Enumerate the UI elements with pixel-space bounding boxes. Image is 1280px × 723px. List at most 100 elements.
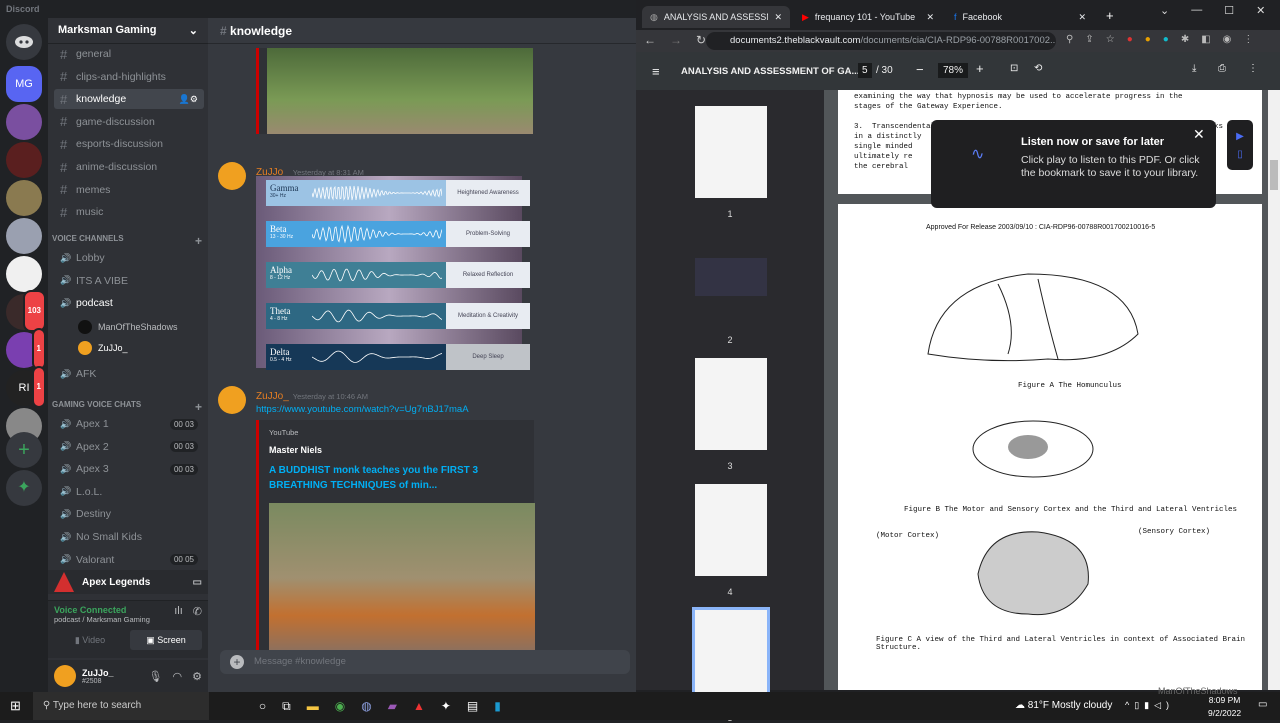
- avatar[interactable]: [54, 665, 76, 687]
- voice-channel[interactable]: 🔊 Destiny: [54, 504, 204, 524]
- profile-avatar[interactable]: ◉: [1223, 34, 1232, 45]
- taskbar-search[interactable]: ⚲ Type here to search: [32, 692, 209, 720]
- voice-member[interactable]: ManOfTheShadows: [78, 320, 178, 334]
- hamburger-menu-icon[interactable]: ≡: [652, 64, 660, 79]
- menu-icon[interactable]: ⋮: [1243, 34, 1253, 45]
- gear-icon[interactable]: ⚙: [192, 670, 202, 683]
- play-icon[interactable]: ▶: [1227, 128, 1253, 146]
- voice-channel[interactable]: 🔊 Apex 3 00 03: [54, 459, 204, 479]
- reload-button[interactable]: ↻: [696, 33, 706, 47]
- tab-1[interactable]: ▶ frequancy 101 - YouTube ✕: [794, 6, 942, 28]
- more-options-icon[interactable]: ⋮: [1248, 63, 1258, 74]
- server-icon[interactable]: 1: [6, 328, 46, 370]
- close-icon[interactable]: ✕: [1193, 126, 1205, 143]
- weather-widget[interactable]: ☁ 81°F Mostly cloudy: [1015, 700, 1112, 711]
- windows-start-icon[interactable]: ⊞: [10, 698, 21, 714]
- voice-channel[interactable]: 🔊 No Small Kids: [54, 527, 204, 547]
- add-server-button[interactable]: +: [6, 432, 42, 468]
- voice-status[interactable]: Voice Connected: [54, 605, 150, 615]
- server-icon[interactable]: [6, 218, 42, 254]
- app-icon[interactable]: ▮: [494, 699, 501, 714]
- add-channel-icon[interactable]: +: [195, 400, 202, 414]
- discord-icon[interactable]: ◍: [361, 699, 371, 714]
- tab-0[interactable]: ◍ ANALYSIS AND ASSESSMENT ✕: [642, 6, 790, 28]
- zoom-input[interactable]: 78%: [938, 63, 969, 78]
- cortana-icon[interactable]: ○: [259, 699, 266, 714]
- channel-clips-and-highlights[interactable]: # clips-and-highlights: [54, 67, 204, 87]
- voice-channel-podcast[interactable]: 🔊 podcast: [54, 293, 204, 313]
- fit-page-icon[interactable]: ⊡: [1010, 63, 1018, 74]
- screen-share-icon[interactable]: ▭: [193, 577, 202, 588]
- close-tab-icon[interactable]: ✕: [1078, 12, 1086, 23]
- youtube-link[interactable]: https://www.youtube.com/watch?v=Ug7nBJ17…: [256, 404, 628, 415]
- add-attachment-icon[interactable]: +: [230, 655, 244, 669]
- voice-channel[interactable]: 🔊 Apex 1 00 03: [54, 414, 204, 434]
- voice-channel[interactable]: 🔊 Apex 2 00 03: [54, 437, 204, 457]
- voice-channel-ITS A VIBE[interactable]: 🔊 ITS A VIBE: [54, 271, 204, 291]
- chrome-icon[interactable]: ◉: [335, 699, 345, 714]
- share-icon[interactable]: ⇪: [1085, 34, 1093, 45]
- page-thumbnail[interactable]: [695, 484, 767, 576]
- rotate-icon[interactable]: ⟲: [1034, 63, 1042, 74]
- server-icon[interactable]: [6, 256, 42, 292]
- channel-memes[interactable]: # memes: [54, 180, 204, 200]
- voice-channel-Lobby[interactable]: 🔊 Lobby: [54, 248, 204, 268]
- zoom-icon[interactable]: ⚲: [1066, 34, 1073, 45]
- scrollbar[interactable]: [1268, 90, 1280, 690]
- voice-channel[interactable]: 🔊 L.o.L.: [54, 482, 204, 502]
- page-number-input[interactable]: 5: [858, 63, 872, 78]
- category-gaming-voice-chats[interactable]: GAMING VOICE CHATS +: [52, 400, 202, 414]
- extension-icon[interactable]: ●: [1163, 34, 1169, 45]
- tray-icons[interactable]: ^▯▮◁): [1125, 700, 1174, 711]
- server-header[interactable]: Marksman Gaming ⌄: [48, 18, 208, 44]
- zoom-in-button[interactable]: +: [976, 61, 984, 76]
- notifications-icon[interactable]: ▭: [1258, 699, 1267, 710]
- server-icon[interactable]: [6, 180, 42, 216]
- server-icon[interactable]: 103: [6, 290, 46, 332]
- voice-member[interactable]: ZuJJo_: [78, 341, 128, 355]
- url-bar[interactable]: documents2.theblackvault.com/documents/c…: [706, 32, 1056, 50]
- channel-music[interactable]: # music: [54, 202, 204, 222]
- channel-game-discussion[interactable]: # game-discussion: [54, 112, 204, 132]
- server-icon[interactable]: [6, 104, 42, 140]
- side-panel-icon[interactable]: ◧: [1201, 34, 1210, 45]
- server-icon[interactable]: MG: [6, 66, 42, 102]
- apex-icon[interactable]: ▲: [413, 699, 425, 714]
- home-button[interactable]: [6, 24, 42, 60]
- app-icon[interactable]: ▤: [467, 699, 478, 714]
- channel-anime-discussion[interactable]: # anime-discussion: [54, 157, 204, 177]
- bookmark-star-icon[interactable]: ☆: [1106, 34, 1115, 45]
- extensions-puzzle-icon[interactable]: ✱: [1181, 34, 1189, 45]
- message-input[interactable]: Message #knowledge: [220, 650, 630, 674]
- extension-icon[interactable]: ●: [1145, 34, 1151, 45]
- video-thumbnail[interactable]: [269, 503, 535, 653]
- forward-button[interactable]: →: [670, 33, 682, 47]
- server-icon[interactable]: RI 1: [6, 366, 46, 408]
- noise-suppression-icon[interactable]: ılı: [174, 605, 183, 624]
- zoom-out-button[interactable]: −: [916, 62, 924, 77]
- app-icon[interactable]: ✦: [441, 699, 451, 714]
- close-window-button[interactable]: ✕: [1256, 4, 1265, 17]
- page-thumbnail[interactable]: [695, 358, 767, 450]
- category-voice-channels[interactable]: VOICE CHANNELS +: [52, 234, 202, 248]
- channel-esports-discussion[interactable]: # esports-discussion: [54, 134, 204, 154]
- app-icon[interactable]: ▰: [388, 699, 397, 714]
- video-thumbnail[interactable]: [267, 48, 533, 134]
- voice-channel[interactable]: 🔊 Valorant 00 05: [54, 550, 204, 570]
- disconnect-icon[interactable]: ✆: [193, 605, 202, 624]
- download-icon[interactable]: ⤓: [1192, 63, 1196, 74]
- channel-settings-icons[interactable]: 👤⚙: [179, 94, 198, 105]
- close-tab-icon[interactable]: ✕: [774, 12, 782, 23]
- screen-button[interactable]: ▣ Screen: [130, 630, 202, 650]
- page-thumbnail[interactable]: [695, 258, 767, 296]
- task-view-icon[interactable]: ⧉: [282, 699, 291, 714]
- file-explorer-icon[interactable]: ▬: [307, 699, 319, 714]
- maximize-button[interactable]: ☐: [1224, 4, 1234, 17]
- minimize-button[interactable]: —: [1191, 4, 1202, 17]
- new-tab-button[interactable]: +: [1106, 8, 1114, 23]
- page-thumbnail[interactable]: [692, 607, 770, 705]
- close-tab-icon[interactable]: ✕: [926, 12, 934, 23]
- channel-general[interactable]: # general: [54, 44, 204, 64]
- headphones-icon[interactable]: ◠: [173, 670, 183, 683]
- voice-channel-afk[interactable]: 🔊 AFK: [54, 364, 204, 384]
